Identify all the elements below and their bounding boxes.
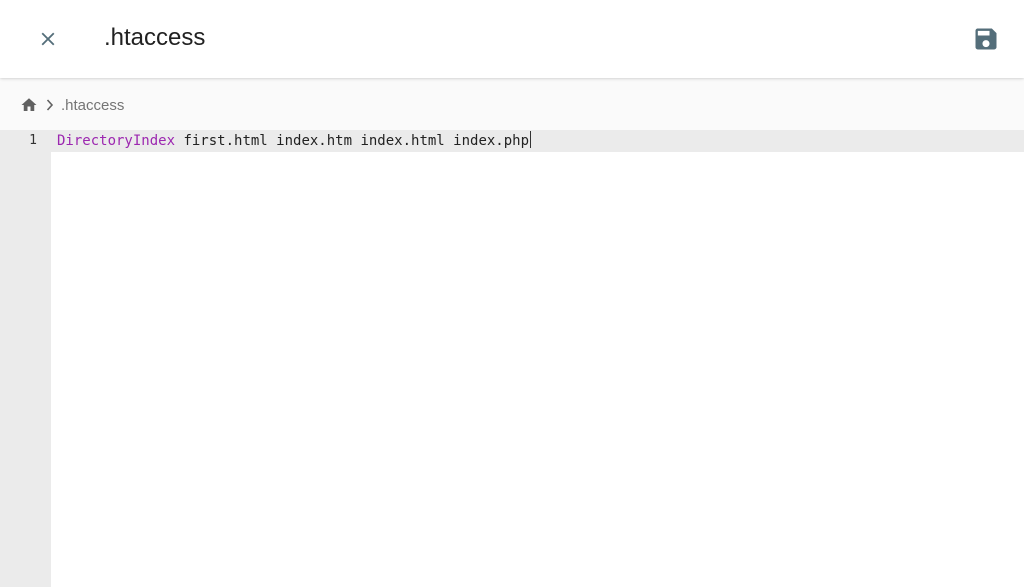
line-gutter [0,130,51,587]
file-editor-app: .htaccess .htaccess 1 DirectoryIndex fir… [0,0,1024,587]
close-icon [41,32,55,46]
save-icon [975,28,997,50]
top-app-bar: .htaccess [0,0,1024,78]
text-cursor [530,131,532,148]
code-line[interactable]: DirectoryIndex first.html index.htm inde… [57,130,532,152]
line-number: 1 [29,133,37,148]
code-editor[interactable]: 1 DirectoryIndex first.html index.htm in… [0,130,1024,587]
breadcrumb-home[interactable] [20,96,38,114]
page-title: .htaccess [104,24,206,51]
chevron-right-icon [45,98,55,112]
close-button[interactable] [26,17,70,61]
home-icon [21,98,37,111]
breadcrumb-file[interactable]: .htaccess [61,97,124,114]
breadcrumb: .htaccess [0,80,1024,130]
code-text: first.html index.htm index.html index.ph… [175,133,530,149]
code-keyword: DirectoryIndex [57,133,176,149]
save-button[interactable] [964,17,1008,61]
